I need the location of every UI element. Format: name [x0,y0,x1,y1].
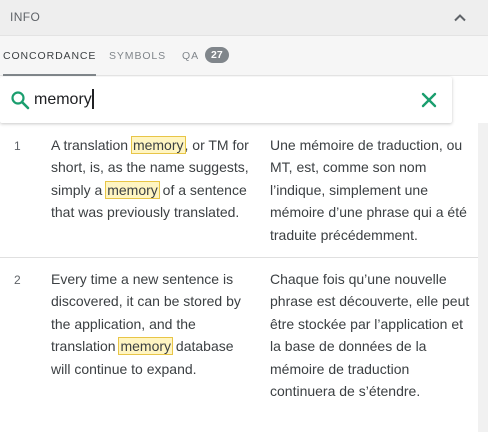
tab-concordance[interactable]: CONCORDANCE [3,36,97,76]
qa-count-badge: 27 [204,47,229,64]
source-segment: Every time a new sentence is discovered,… [51,271,241,377]
match-highlight: memory [130,136,186,154]
text-caret [92,89,94,109]
tab-symbols[interactable]: SYMBOLS [109,36,166,76]
chevron-up-icon[interactable] [450,8,470,28]
table-row[interactable]: 2 Every time a new sentence is discovere… [0,258,478,438]
row-number: 1 [14,139,21,153]
search-bar [0,77,452,123]
match-highlight: memory [105,180,160,199]
table-row[interactable]: 1 A translation memory, or TM for short,… [0,124,478,258]
scrollbar[interactable] [478,123,488,432]
panel-title: INFO [10,10,41,24]
tab-qa[interactable]: QA 27 [182,36,229,76]
target-segment: Chaque fois qu’une nouvelle phrase est d… [270,271,470,400]
tab-bar: CONCORDANCE SYMBOLS QA 27 [0,36,488,76]
search-input[interactable] [34,86,404,114]
search-icon [10,90,30,110]
match-highlight: memory [118,337,174,356]
panel-header: INFO [0,0,488,36]
tab-qa-label: QA [182,50,199,62]
close-icon[interactable] [419,90,439,110]
tab-concordance-label: CONCORDANCE [3,50,97,62]
tab-symbols-label: SYMBOLS [109,50,167,62]
row-number: 2 [14,273,21,287]
source-segment: A translation memory, or TM for short, i… [51,136,249,221]
target-segment: Une mémoire de traduction, ou MT, est, c… [270,137,467,243]
